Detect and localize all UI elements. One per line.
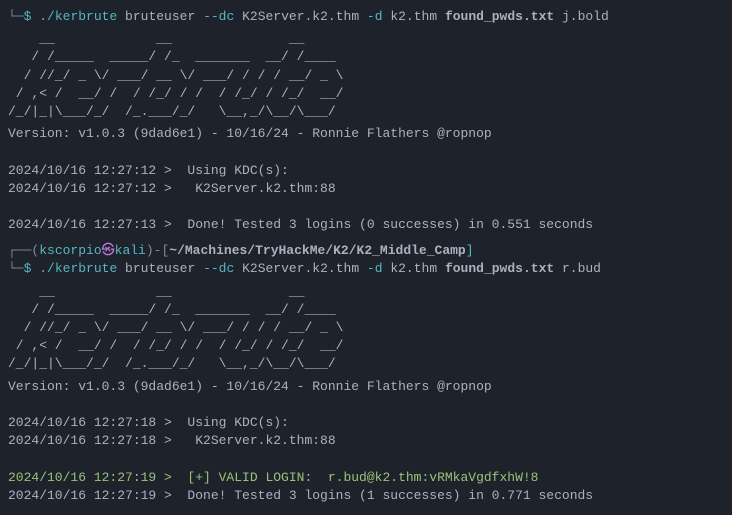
- cmd-subcommand: bruteuser: [117, 9, 203, 24]
- kdc-line-1: 2024/10/16 12:27:12 > K2Server.k2.thm:88: [8, 180, 724, 198]
- pwd-file: found_pwds.txt: [445, 9, 554, 24]
- flag-d: -d: [367, 9, 383, 24]
- prompt-top-prefix: ┌──(: [8, 243, 39, 258]
- prompt-line-1[interactable]: └─$ ./kerbrute bruteuser --dc K2Server.k…: [8, 8, 724, 26]
- dc-value-2: K2Server.k2.thm: [234, 261, 367, 276]
- prompt-header-2: ┌──(kscorpio㉿kali)-[~/Machines/TryHackMe…: [8, 242, 724, 260]
- ascii-banner-2: __ __ __ / /_____ _____/ /_ _______ __/ …: [8, 283, 724, 374]
- version-line-2: Version: v1.0.3 (9dad6e1) - 10/16/24 - R…: [8, 378, 724, 396]
- cmd-kerbrute: ./kerbrute: [39, 9, 117, 24]
- prompt-bot-prefix: └─: [8, 261, 24, 276]
- d-value: k2.thm: [383, 9, 445, 24]
- flag-dc: --dc: [203, 9, 234, 24]
- prompt-line-2[interactable]: └─$ ./kerbrute bruteuser --dc K2Server.k…: [8, 260, 724, 278]
- target-user-2: r.bud: [554, 261, 601, 276]
- dc-value: K2Server.k2.thm: [234, 9, 367, 24]
- cmd-kerbrute-2: ./kerbrute: [39, 261, 117, 276]
- version-line-1: Version: v1.0.3 (9dad6e1) - 10/16/24 - R…: [8, 125, 724, 143]
- prompt-separator-icon: ㉿: [102, 243, 115, 258]
- prompt-close: ]: [466, 243, 474, 258]
- kdc-line-2: 2024/10/16 12:27:18 > K2Server.k2.thm:88: [8, 432, 724, 450]
- flag-d-2: -d: [367, 261, 383, 276]
- prompt-path: ~/Machines/TryHackMe/K2/K2_Middle_Camp: [169, 243, 465, 258]
- ascii-banner-1: __ __ __ / /_____ _____/ /_ _______ __/ …: [8, 30, 724, 121]
- pwd-file-2: found_pwds.txt: [445, 261, 554, 276]
- target-user: j.bold: [554, 9, 609, 24]
- prompt-host: kali: [115, 243, 146, 258]
- prompt-user: kscorpio: [39, 243, 101, 258]
- done-line-2: 2024/10/16 12:27:19 > Done! Tested 3 log…: [8, 487, 724, 505]
- kdc-header-2: 2024/10/16 12:27:18 > Using KDC(s):: [8, 414, 724, 432]
- prompt-prefix: └─: [8, 9, 24, 24]
- prompt-mid: )-[: [146, 243, 169, 258]
- valid-login-line: 2024/10/16 12:27:19 > [+] VALID LOGIN: r…: [8, 469, 724, 487]
- flag-dc-2: --dc: [203, 261, 234, 276]
- done-line-1: 2024/10/16 12:27:13 > Done! Tested 3 log…: [8, 216, 724, 234]
- kdc-header-1: 2024/10/16 12:27:12 > Using KDC(s):: [8, 162, 724, 180]
- cmd-subcommand-2: bruteuser: [117, 261, 203, 276]
- d-value-2: k2.thm: [383, 261, 445, 276]
